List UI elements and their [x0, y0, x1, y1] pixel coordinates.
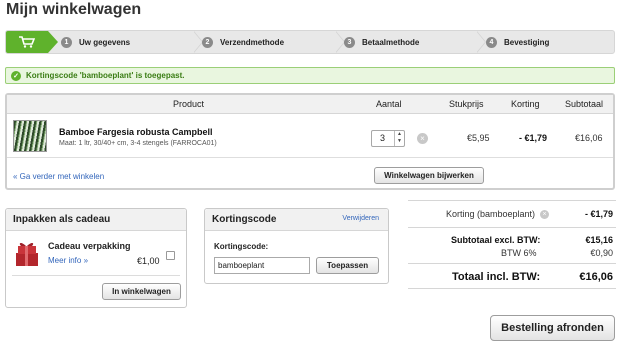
total-value: €16,06: [579, 271, 613, 283]
continue-shopping-link[interactable]: « Ga verder met winkelen: [13, 172, 104, 181]
header-quantity: Aantal: [376, 99, 402, 109]
product-description: Maat: 1 ltr, 30/40+ cm, 3-4 stengels (FA…: [59, 140, 217, 147]
step-1[interactable]: 1 Uw gegevens: [61, 31, 130, 53]
quantity-stepper[interactable]: 3 ▲ ▼: [371, 130, 405, 147]
step-number: 4: [486, 36, 497, 48]
success-notice: ✓ Kortingscode 'bamboeplant' is toegepas…: [5, 67, 615, 84]
page-title: Mijn winkelwagen: [6, 1, 142, 18]
step-4[interactable]: 4 Bevestiging: [486, 31, 549, 53]
header-product: Product: [173, 99, 205, 109]
gift-icon: [13, 240, 41, 268]
checkout-steps: 1 Uw gegevens 2 Verzendmethode 3 Betaalm…: [5, 30, 615, 54]
step-label: Bevestiging: [504, 37, 550, 47]
vat-label: BTW 6%: [501, 248, 537, 258]
discount-value: - €1,79: [584, 209, 613, 219]
header-discount: Korting: [511, 99, 540, 109]
coupon-input[interactable]: bamboeplant: [214, 257, 310, 274]
table-header: Product Aantal Stukprijs Korting Subtota…: [7, 95, 613, 114]
step-2[interactable]: 2 Verzendmethode: [202, 31, 284, 53]
gift-title: Inpakken als cadeau: [13, 214, 111, 225]
total-label: Totaal incl. BTW:: [452, 271, 541, 283]
order-totals: Korting (bamboeplant) × - €1,79 Subtotaa…: [408, 200, 616, 290]
table-row: Bamboe Fargesia robusta Campbell Maat: 1…: [7, 114, 613, 158]
check-icon: ✓: [11, 70, 21, 81]
gift-more-info-link[interactable]: Meer info »: [48, 256, 88, 265]
vat-value: €0,90: [590, 248, 613, 258]
coupon-title: Kortingscode: [212, 214, 277, 225]
cart-table: Product Aantal Stukprijs Korting Subtota…: [5, 93, 615, 190]
line-subtotal: €16,06: [575, 133, 603, 143]
step-3[interactable]: 3 Betaalmethode: [344, 31, 419, 53]
quantity-value: 3: [380, 133, 386, 143]
add-to-cart-button[interactable]: In winkelwagen: [102, 283, 181, 300]
gift-checkbox[interactable]: [166, 251, 175, 260]
place-order-button[interactable]: Bestelling afronden: [490, 315, 615, 341]
header-subtotal: Subtotaal: [565, 99, 604, 109]
product-name: Bamboe Fargesia robusta Campbell: [59, 127, 213, 137]
step-number: 1: [61, 36, 72, 48]
step-number: 3: [344, 36, 355, 48]
coupon-label: Kortingscode:: [214, 242, 269, 251]
stepper-arrows[interactable]: ▲ ▼: [394, 131, 404, 146]
gift-price: €1,00: [137, 256, 160, 266]
remove-icon[interactable]: ×: [540, 210, 549, 219]
step-number: 2: [202, 36, 213, 48]
coupon-panel: Kortingscode Verwijderen Kortingscode: b…: [204, 208, 389, 284]
step-cart[interactable]: [6, 31, 58, 53]
subtotal-label: Subtotaal excl. BTW:: [451, 235, 541, 245]
product-image[interactable]: [13, 120, 47, 152]
remove-icon[interactable]: ×: [417, 133, 428, 144]
line-discount: - €1,79: [519, 133, 548, 143]
gift-panel: Inpakken als cadeau Cadeau verpakking Me…: [5, 208, 187, 308]
header-unit-price: Stukprijs: [449, 99, 484, 109]
subtotal-value: €15,16: [585, 235, 613, 245]
unit-price: €5,95: [467, 133, 490, 143]
divider: [12, 275, 180, 276]
cart-icon: [19, 36, 35, 48]
update-cart-button[interactable]: Winkelwagen bijwerken: [374, 167, 484, 184]
notice-text: Kortingscode 'bamboeplant' is toegepast.: [26, 71, 185, 80]
gift-name: Cadeau verpakking: [48, 241, 131, 251]
step-label: Uw gegevens: [79, 37, 131, 47]
remove-coupon-link[interactable]: Verwijderen: [342, 215, 379, 222]
step-label: Betaalmethode: [362, 37, 420, 47]
apply-coupon-button[interactable]: Toepassen: [316, 257, 379, 274]
step-label: Verzendmethode: [220, 37, 285, 47]
discount-label: Korting (bamboeplant): [446, 209, 536, 219]
